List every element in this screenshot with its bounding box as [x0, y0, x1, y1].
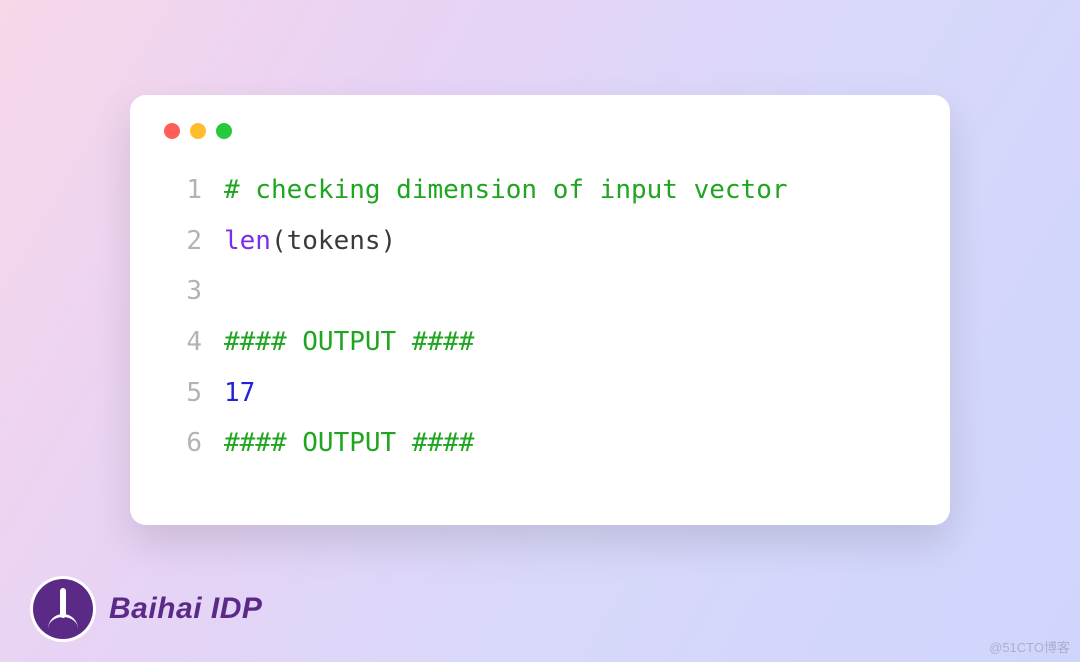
- line-content: 17: [202, 368, 255, 419]
- code-line: 5 17: [164, 368, 916, 419]
- code-line: 4 #### OUTPUT ####: [164, 317, 916, 368]
- code-line: 2len(tokens): [164, 216, 916, 267]
- brand-logo-icon: [33, 579, 93, 639]
- line-number: 4: [164, 317, 202, 368]
- code-block: 1# checking dimension of input vector2le…: [164, 165, 916, 469]
- line-number: 3: [164, 266, 202, 317]
- line-number: 2: [164, 216, 202, 267]
- minimize-icon: [190, 123, 206, 139]
- line-content: # checking dimension of input vector: [202, 165, 788, 216]
- code-token: 17: [224, 378, 255, 408]
- code-token: #### OUTPUT ####: [224, 327, 474, 357]
- line-number: 5: [164, 368, 202, 419]
- zoom-icon: [216, 123, 232, 139]
- line-content: [202, 266, 224, 317]
- line-content: #### OUTPUT ####: [202, 317, 474, 368]
- code-line: 1 # checking dimension of input vector: [164, 165, 916, 216]
- code-line: 6 #### OUTPUT ####: [164, 418, 916, 469]
- code-token: #### OUTPUT ####: [224, 428, 474, 458]
- brand: Baihai IDP: [33, 579, 262, 639]
- code-token: (tokens): [271, 226, 396, 256]
- code-token: len: [224, 226, 271, 256]
- code-token: # checking dimension of input vector: [224, 175, 788, 205]
- line-content: len(tokens): [202, 216, 396, 267]
- line-content: #### OUTPUT ####: [202, 418, 474, 469]
- brand-name: Baihai IDP: [109, 592, 262, 626]
- line-number: 6: [164, 418, 202, 469]
- code-line: 3: [164, 266, 916, 317]
- line-number: 1: [164, 165, 202, 216]
- window-controls: [164, 123, 916, 139]
- watermark: @51CTO博客: [989, 637, 1070, 656]
- close-icon: [164, 123, 180, 139]
- code-card: 1# checking dimension of input vector2le…: [130, 95, 950, 525]
